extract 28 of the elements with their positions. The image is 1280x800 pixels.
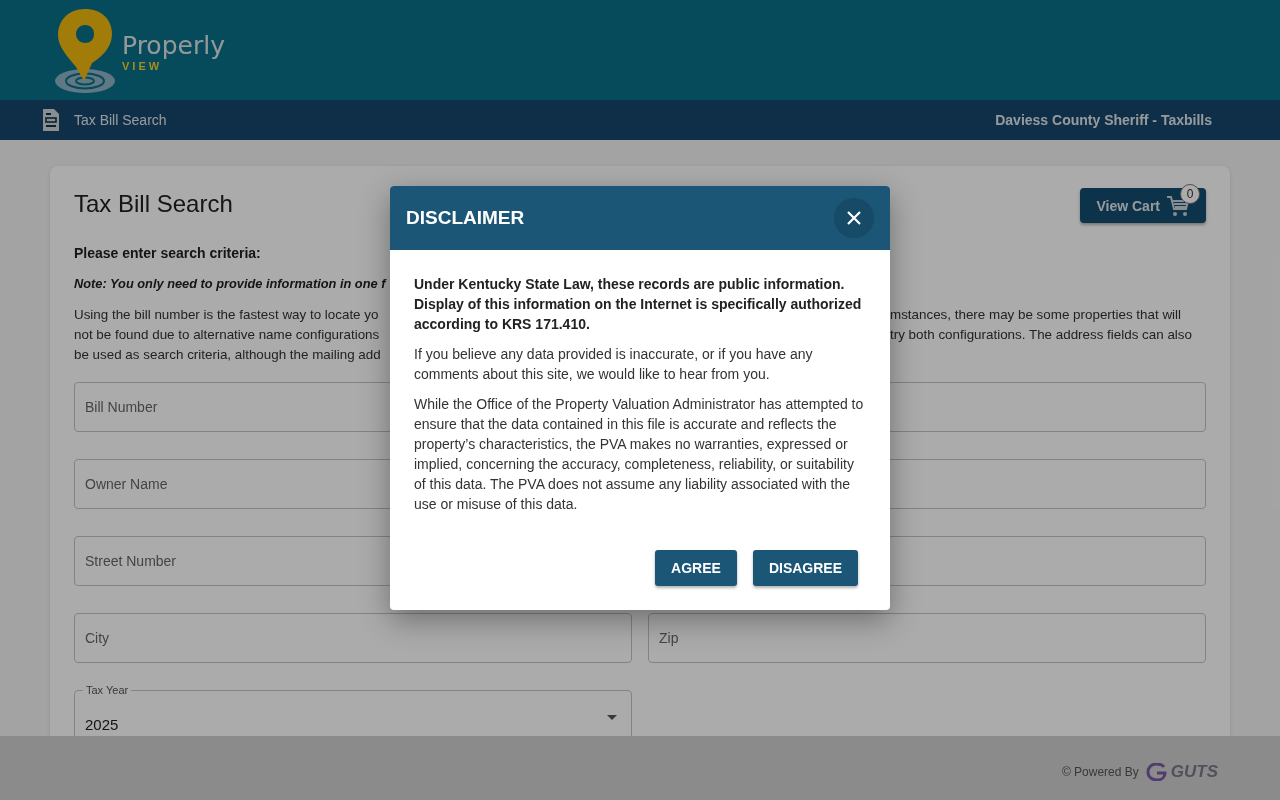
cart-count-badge: 0	[1180, 184, 1200, 204]
intro-text: be used as search criteria, although the mailing add	[74, 346, 381, 364]
prompt-text: Please enter search criteria:	[74, 245, 262, 261]
text-field[interactable]: Zip	[648, 613, 1206, 663]
text-field[interactable]: City	[74, 613, 632, 663]
intro-text: not be found due to alternative name configurations	[74, 326, 380, 344]
intro-text: try both configurations. The address fields can also	[890, 326, 1193, 344]
disclaimer-text: Under Kentucky State Law, these records are public information. Display of this information on the Internet is specifically authorized according to KRS 171.410.	[414, 275, 863, 334]
caret-icon	[607, 715, 617, 720]
logo-subtitle: VIEW	[122, 59, 164, 72]
agree-button[interactable]: AGREE	[655, 550, 737, 586]
disclaimer-text: If you believe any data provided is inaccurate, or if you have any comments about this site, we would like to hear from you.	[414, 345, 814, 384]
intro-text: Using the bill number is the fastest way to locate yo	[74, 306, 379, 324]
map-pin-logo-icon	[54, 7, 116, 93]
logo-wordmark: Properly	[122, 32, 225, 60]
document-icon	[42, 108, 60, 132]
agency-name: Daviess County Sheriff - Taxbills	[995, 112, 1212, 128]
close-button[interactable]	[834, 198, 874, 238]
brand-name: GUTS	[1170, 762, 1218, 782]
brand-logo-icon	[1145, 763, 1168, 781]
intro-text: mstances, there may be some properties that will	[890, 306, 1182, 324]
note-text: Note: You only need to provide information in one f	[74, 276, 386, 291]
powered-by-text: © Powered By	[1061, 765, 1139, 779]
close-icon	[847, 211, 861, 225]
page-title: Tax Bill Search	[74, 190, 233, 218]
dialog-title: DISCLAIMER	[406, 207, 525, 229]
disagree-button[interactable]: DISAGREE	[752, 550, 858, 586]
nav-title[interactable]: Tax Bill Search	[74, 112, 167, 128]
